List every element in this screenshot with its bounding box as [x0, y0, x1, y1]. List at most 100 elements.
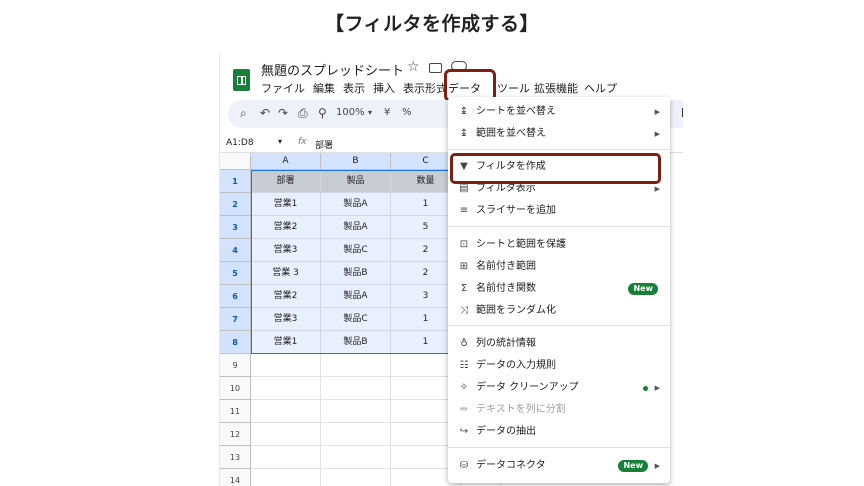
- menu-tools[interactable]: ツール: [497, 80, 530, 96]
- undo-icon[interactable]: ↶: [260, 106, 270, 120]
- cell-col-a[interactable]: [251, 469, 321, 486]
- cell-col-b[interactable]: 製品C: [321, 239, 391, 262]
- cell-col-b[interactable]: 製品A: [321, 216, 391, 239]
- row-header[interactable]: 13: [220, 446, 251, 469]
- cell-col-a[interactable]: 営業1: [251, 193, 321, 216]
- cell-col-a[interactable]: 営業1: [251, 331, 321, 354]
- menu-item-label: データコネクタ: [476, 460, 546, 471]
- cell-col-b[interactable]: 製品C: [321, 308, 391, 331]
- cell-col-a[interactable]: 部署: [251, 170, 321, 193]
- sort-icon: ↨: [459, 128, 469, 139]
- menu-item-data-connectors[interactable]: ⛁ データコネクタ New ▶: [448, 455, 670, 477]
- new-badge: New: [618, 460, 648, 472]
- menu-view[interactable]: 表示: [343, 80, 365, 96]
- cell-col-b[interactable]: [321, 377, 391, 400]
- cell-col-a[interactable]: [251, 446, 321, 469]
- percent-button[interactable]: %: [402, 107, 412, 118]
- column-header-a[interactable]: A: [251, 153, 321, 170]
- menu-item-add-slicer[interactable]: ≡ スライサーを追加: [448, 200, 670, 222]
- menu-item-sort-range[interactable]: ↨ 範囲を並べ替え ▶: [448, 123, 670, 145]
- row-header[interactable]: 2: [220, 193, 251, 216]
- menu-edit[interactable]: 編集: [313, 80, 335, 96]
- menu-divider: [448, 226, 670, 227]
- row-header[interactable]: 1: [220, 170, 251, 193]
- submenu-arrow-icon: ▶: [654, 384, 660, 392]
- named-range-icon: ⊞: [459, 261, 469, 272]
- cell-col-a[interactable]: [251, 354, 321, 377]
- row-header[interactable]: 10: [220, 377, 251, 400]
- menu-item-randomize[interactable]: ⤨ 範囲をランダム化: [448, 300, 670, 322]
- menu-divider: [448, 325, 670, 326]
- cell-col-a[interactable]: [251, 377, 321, 400]
- submenu-arrow-icon: ▶: [654, 462, 660, 470]
- menu-insert[interactable]: 挿入: [373, 80, 395, 96]
- menu-item-named-functions[interactable]: Σ 名前付き関数 New: [448, 278, 670, 300]
- cell-col-a[interactable]: 営業2: [251, 216, 321, 239]
- document-title[interactable]: 無題のスプレッドシート: [261, 60, 404, 79]
- menu-item-data-cleanup[interactable]: ✧ データ クリーンアップ ▶: [448, 377, 670, 399]
- menu-item-column-stats[interactable]: ♁ 列の統計情報: [448, 333, 670, 355]
- cell-col-a[interactable]: [251, 423, 321, 446]
- cell-col-b[interactable]: 製品B: [321, 262, 391, 285]
- menu-item-named-ranges[interactable]: ⊞ 名前付き範囲: [448, 256, 670, 278]
- row-header[interactable]: 5: [220, 262, 251, 285]
- cell-col-b[interactable]: 製品: [321, 170, 391, 193]
- formula-input[interactable]: 部署: [315, 138, 333, 151]
- row-header[interactable]: 14: [220, 469, 251, 486]
- cell-col-b[interactable]: [321, 400, 391, 423]
- print-icon[interactable]: ⎙: [298, 106, 308, 121]
- cell-col-a[interactable]: 営業3: [251, 239, 321, 262]
- paint-format-icon[interactable]: ⚲: [318, 106, 327, 120]
- row-header[interactable]: 8: [220, 331, 251, 354]
- menu-format[interactable]: 表示形式: [403, 80, 447, 96]
- database-icon: ⛁: [459, 460, 469, 471]
- menu-file[interactable]: ファイル: [261, 80, 305, 96]
- search-icon[interactable]: ⌕: [240, 106, 247, 121]
- row-header[interactable]: 9: [220, 354, 251, 377]
- zoom-select[interactable]: 100%: [336, 107, 365, 118]
- validation-icon: ☷: [459, 360, 469, 371]
- column-header-b[interactable]: B: [321, 153, 391, 170]
- cell-col-b[interactable]: 製品A: [321, 193, 391, 216]
- menu-help[interactable]: ヘルプ: [584, 80, 617, 96]
- star-icon[interactable]: ☆: [407, 59, 420, 75]
- cell-col-a[interactable]: 営業3: [251, 308, 321, 331]
- sigma-icon: Σ: [460, 283, 468, 294]
- cell-col-b[interactable]: 製品A: [321, 285, 391, 308]
- redo-icon[interactable]: ↷: [278, 106, 288, 120]
- row-header[interactable]: 3: [220, 216, 251, 239]
- folder-icon[interactable]: [429, 63, 442, 73]
- menu-bar: ファイル 編集 表示 挿入 表示形式: [261, 80, 455, 96]
- chevron-down-icon[interactable]: ▾: [278, 137, 282, 146]
- menu-item-data-extract[interactable]: ↪ データの抽出: [448, 421, 670, 443]
- cell-col-b[interactable]: 製品B: [321, 331, 391, 354]
- cell-col-b[interactable]: [321, 446, 391, 469]
- cell-col-b[interactable]: [321, 354, 391, 377]
- sheets-logo-icon[interactable]: [233, 69, 250, 91]
- lock-icon: ⊡: [459, 239, 469, 250]
- extract-icon: ↪: [459, 426, 469, 437]
- zoom-chevron-icon[interactable]: ▾: [368, 108, 372, 117]
- menu-extensions[interactable]: 拡張機能: [534, 80, 578, 96]
- menu-item-label: 範囲をランダム化: [476, 305, 556, 316]
- menu-item-data-validation[interactable]: ☷ データの入力規則: [448, 355, 670, 377]
- row-header[interactable]: 7: [220, 308, 251, 331]
- row-header[interactable]: 11: [220, 400, 251, 423]
- cell-col-b[interactable]: [321, 423, 391, 446]
- cell-col-a[interactable]: 営業2: [251, 285, 321, 308]
- menu-item-sort-sheet[interactable]: ↨ シートを並べ替え ▶: [448, 101, 670, 123]
- select-all-corner[interactable]: [220, 153, 251, 170]
- cell-col-a[interactable]: [251, 400, 321, 423]
- row-header[interactable]: 12: [220, 423, 251, 446]
- submenu-arrow-icon: ▶: [654, 108, 660, 116]
- currency-button[interactable]: ¥: [384, 107, 390, 118]
- row-header[interactable]: 6: [220, 285, 251, 308]
- name-box[interactable]: A1:D8: [226, 138, 254, 148]
- row-header[interactable]: 4: [220, 239, 251, 262]
- menu-item-protect[interactable]: ⊡ シートと範囲を保護: [448, 234, 670, 256]
- cell-col-a[interactable]: 営業 3: [251, 262, 321, 285]
- bold-button[interactable]: B: [681, 106, 683, 120]
- cell-col-b[interactable]: [321, 469, 391, 486]
- menu-item-label: シートと範囲を保護: [476, 239, 566, 250]
- submenu-arrow-icon: ▶: [654, 130, 660, 138]
